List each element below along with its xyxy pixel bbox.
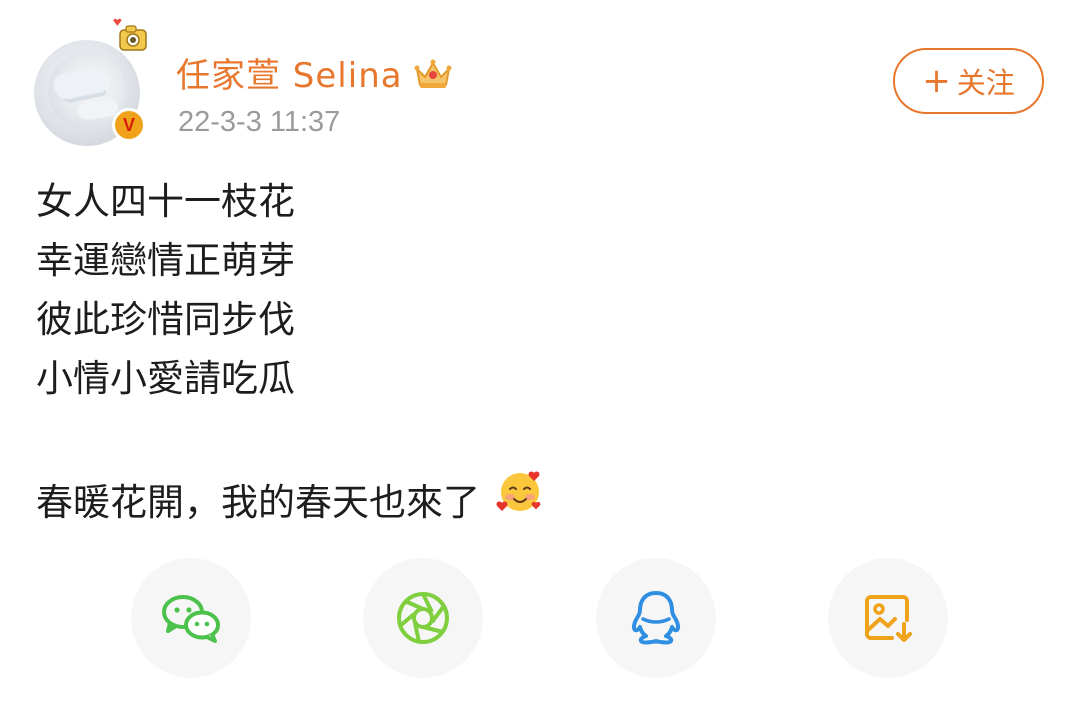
username-text[interactable]: 任家萱 Selina [176, 48, 403, 97]
plus-icon: + [922, 61, 951, 101]
post-spacer [36, 408, 1036, 467]
save-image-icon [865, 595, 912, 642]
save-image-button[interactable] [828, 558, 948, 678]
crown-icon [414, 59, 452, 88]
share-qq-button[interactable] [596, 558, 716, 678]
smiling-face-with-hearts-icon [496, 471, 541, 511]
post-line: 春暖花開，我的春天也來了 [36, 481, 480, 524]
wechat-icon [162, 595, 220, 643]
username[interactable]: 任家萱 Selina [176, 48, 453, 97]
follow-label: 关注 [956, 66, 1015, 100]
verified-badge-icon: V [112, 108, 146, 142]
share-moments-button[interactable] [363, 558, 483, 678]
camera-badge-icon [113, 18, 147, 51]
follow-button[interactable]: + 关注 [893, 48, 1044, 114]
post-line: 彼此珍惜同步伐 [36, 298, 295, 341]
post-body: 女人四十一枝花 幸運戀情正萌芽 彼此珍惜同步伐 小情小愛請吃瓜 春暖花開，我的春… [36, 172, 1036, 532]
post-line: 幸運戀情正萌芽 [36, 239, 295, 282]
avatar[interactable]: V [34, 18, 147, 146]
weibo-post-card: V 任家萱 Selina 22-3-3 11:37 + 关注 女人四十一枝花 幸… [0, 0, 1080, 707]
share-wechat-button[interactable] [131, 558, 251, 678]
post-line: 女人四十一枝花 [36, 180, 295, 223]
qq-icon [631, 591, 681, 645]
moments-icon [397, 592, 449, 644]
share-bar [0, 558, 1080, 678]
post-timestamp: 22-3-3 11:37 [178, 106, 341, 138]
post-last-line: 春暖花開，我的春天也來了 [36, 467, 1036, 532]
post-line: 小情小愛請吃瓜 [36, 357, 295, 400]
